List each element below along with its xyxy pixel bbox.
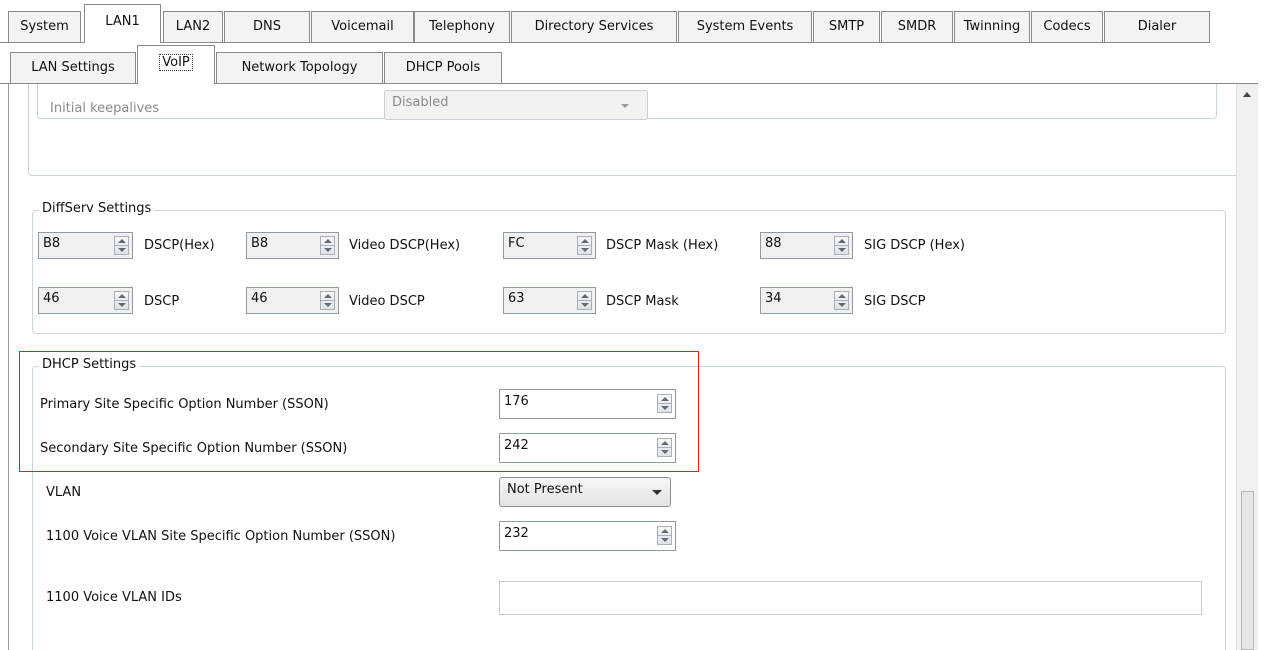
initial-keepalives-select[interactable]: Disabled: [384, 90, 648, 120]
diffserv-group: [32, 210, 1226, 334]
sig-dscp-hex-spinner[interactable]: 88: [760, 232, 853, 259]
spinner-arrows-icon[interactable]: [114, 291, 129, 310]
sig-dscp-value: 34: [765, 291, 782, 306]
dscp-mask-hex-label: DSCP Mask (Hex): [606, 238, 719, 253]
video-dscp-hex-spinner[interactable]: B8: [246, 232, 339, 259]
voice-vlan-ids-label: 1100 Voice VLAN IDs: [46, 590, 182, 605]
spinner-arrows-icon[interactable]: [657, 526, 672, 545]
tab-smdr[interactable]: SMDR: [881, 11, 953, 42]
subtab-dhcp-pools[interactable]: DHCP Pools: [384, 52, 502, 83]
dscp-mask-spinner[interactable]: 63: [503, 287, 596, 314]
tab-codecs[interactable]: Codecs: [1031, 11, 1103, 42]
tab-system-events[interactable]: System Events: [678, 11, 812, 42]
sig-dscp-hex-label: SIG DSCP (Hex): [864, 238, 965, 253]
scroll-up-arrow-icon[interactable]: [1243, 92, 1251, 97]
spinner-arrows-icon[interactable]: [320, 291, 335, 310]
initial-keepalives-value: Disabled: [392, 95, 449, 110]
spinner-arrows-icon[interactable]: [834, 236, 849, 255]
dscp-mask-value: 63: [508, 291, 525, 306]
video-dscp-spinner[interactable]: 46: [246, 287, 339, 314]
dscp-hex-value: B8: [43, 236, 61, 251]
tab-directory-services[interactable]: Directory Services: [511, 11, 677, 42]
dscp-hex-label: DSCP(Hex): [144, 238, 215, 253]
video-dscp-label: Video DSCP: [349, 294, 425, 309]
chevron-down-icon: [652, 490, 662, 495]
highlight-box: [19, 351, 699, 472]
tab-telephony[interactable]: Telephony: [414, 11, 510, 42]
voice-vlan-sson-value: 232: [504, 526, 529, 541]
tab-lan1[interactable]: LAN1: [84, 4, 161, 43]
spinner-arrows-icon[interactable]: [577, 236, 592, 255]
subtab-lan-settings[interactable]: LAN Settings: [10, 52, 136, 83]
sig-dscp-label: SIG DSCP: [864, 294, 926, 309]
dscp-hex-spinner[interactable]: B8: [38, 232, 133, 259]
diffserv-title: DiffServ Settings: [39, 201, 155, 216]
video-dscp-hex-label: Video DSCP(Hex): [349, 238, 461, 253]
dscp-mask-hex-spinner[interactable]: FC: [503, 232, 596, 259]
panel-left-border: [8, 84, 9, 650]
vlan-select[interactable]: Not Present: [499, 477, 671, 507]
tab-system[interactable]: System: [8, 11, 81, 42]
vlan-label: VLAN: [46, 485, 82, 500]
video-dscp-hex-value: B8: [251, 236, 269, 251]
subtab-voip[interactable]: VoIP: [137, 45, 215, 84]
tab-lan2[interactable]: LAN2: [163, 11, 223, 42]
tab-twinning[interactable]: Twinning: [954, 11, 1030, 42]
vertical-scrollbar[interactable]: [1236, 84, 1258, 650]
tab-dialer[interactable]: Dialer: [1104, 11, 1210, 42]
initial-keepalives-label: Initial keepalives: [50, 101, 160, 116]
dscp-mask-label: DSCP Mask: [606, 294, 679, 309]
dscp-label: DSCP: [144, 294, 180, 309]
voice-vlan-ids-input[interactable]: [499, 581, 1202, 615]
spinner-arrows-icon[interactable]: [577, 291, 592, 310]
dscp-value: 46: [43, 291, 60, 306]
vlan-value: Not Present: [507, 482, 583, 497]
dscp-mask-hex-value: FC: [508, 236, 525, 251]
voice-vlan-sson-spinner[interactable]: 232: [499, 521, 676, 551]
spinner-arrows-icon[interactable]: [114, 236, 129, 255]
tab-bar-baseline: [0, 42, 1210, 43]
subtab-voip-label: VoIP: [159, 54, 193, 71]
tab-dns[interactable]: DNS: [224, 11, 310, 42]
scrollbar-thumb[interactable]: [1241, 491, 1254, 650]
video-dscp-value: 46: [251, 291, 268, 306]
sig-dscp-hex-value: 88: [765, 236, 782, 251]
tab-smtp[interactable]: SMTP: [813, 11, 880, 42]
sig-dscp-spinner[interactable]: 34: [760, 287, 853, 314]
chevron-down-icon: [621, 104, 629, 108]
voice-vlan-sson-label: 1100 Voice VLAN Site Specific Option Num…: [46, 529, 396, 544]
spinner-arrows-icon[interactable]: [320, 236, 335, 255]
dscp-spinner[interactable]: 46: [38, 287, 133, 314]
main-tab-bar: System LAN1 LAN2 DNS Voicemail Telephony…: [0, 0, 1274, 43]
spinner-arrows-icon[interactable]: [834, 291, 849, 310]
subtab-network-topology[interactable]: Network Topology: [216, 52, 383, 83]
tab-voicemail[interactable]: Voicemail: [311, 11, 414, 42]
